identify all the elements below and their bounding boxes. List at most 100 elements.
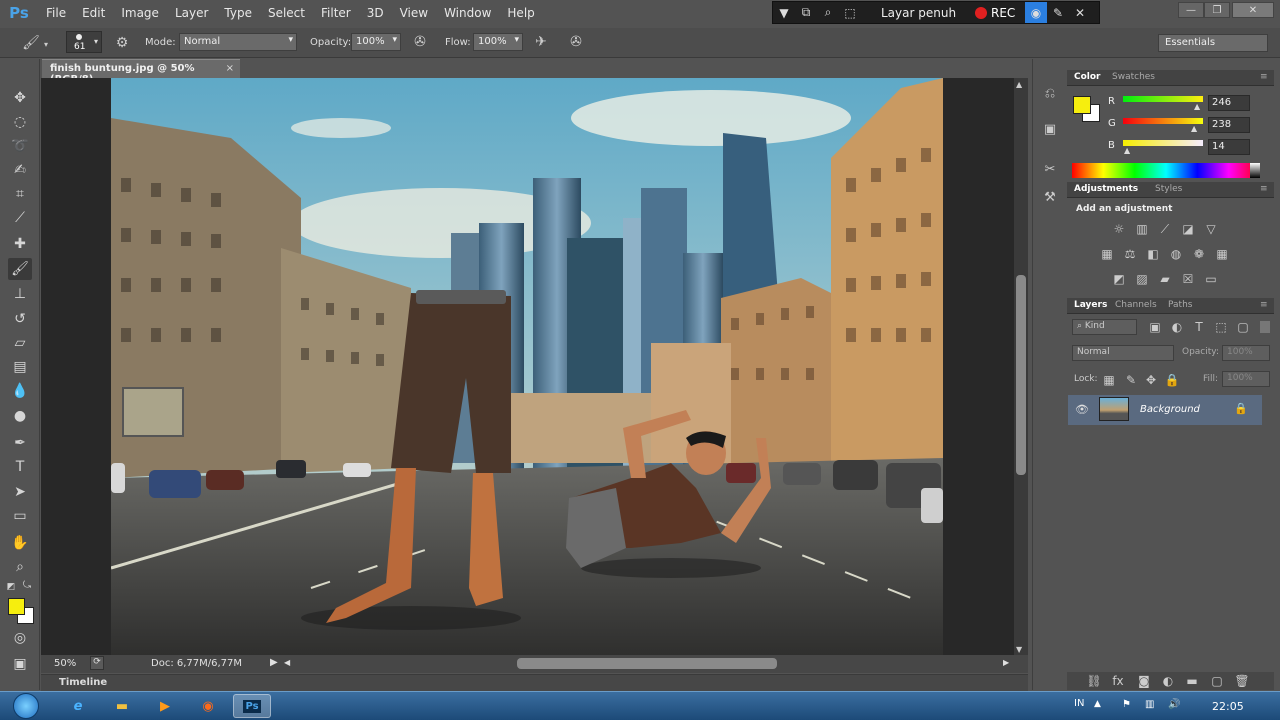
- close-icon[interactable]: ×: [226, 63, 234, 74]
- network-icon[interactable]: ▥: [1145, 699, 1154, 710]
- history-panel-icon[interactable]: ⎌: [1040, 83, 1060, 103]
- lock-position-icon[interactable]: ✥: [1142, 372, 1160, 388]
- media-player-icon[interactable]: ▶: [147, 694, 183, 718]
- photoshop-taskbar-icon[interactable]: Ps: [233, 694, 271, 718]
- tab-color[interactable]: Color: [1074, 72, 1101, 82]
- action-center-icon[interactable]: ⚑: [1122, 699, 1131, 710]
- black-white-icon[interactable]: ◧: [1144, 246, 1162, 262]
- file-explorer-icon[interactable]: ▬: [104, 694, 140, 718]
- tab-paths[interactable]: Paths: [1168, 300, 1192, 310]
- zoom-tool-icon[interactable]: ⌕: [8, 556, 32, 578]
- pressure-size-icon[interactable]: ✇: [565, 32, 587, 52]
- menu-edit[interactable]: Edit: [74, 0, 113, 26]
- slider-handle-icon[interactable]: ▲: [1194, 102, 1200, 111]
- swap-colors-icon[interactable]: ⤿: [20, 579, 34, 591]
- fullscreen-label[interactable]: Layar penuh: [881, 6, 971, 20]
- healing-brush-tool-icon[interactable]: ✚: [8, 233, 32, 255]
- screen-mode-icon[interactable]: ▣: [8, 653, 32, 675]
- eyedropper-tool-icon[interactable]: ⟋: [8, 207, 32, 229]
- crop-tool-icon[interactable]: ⌗: [8, 183, 32, 205]
- gradient-map-icon[interactable]: ▭: [1202, 271, 1220, 287]
- filter-smart-object-icon[interactable]: ▢: [1234, 319, 1252, 335]
- scroll-down-icon[interactable]: ▼: [1016, 645, 1022, 654]
- channel-b-value[interactable]: 14: [1208, 139, 1250, 155]
- panel-menu-icon[interactable]: ≡: [1260, 300, 1268, 310]
- mode-select[interactable]: Normal: [179, 33, 297, 51]
- posterize-icon[interactable]: ▨: [1133, 271, 1151, 287]
- lock-all-icon[interactable]: 🔒: [1163, 372, 1181, 388]
- quick-select-tool-icon[interactable]: ✍: [8, 159, 32, 181]
- filter-shape-icon[interactable]: ⬚: [1212, 319, 1230, 335]
- new-group-icon[interactable]: ▬: [1183, 673, 1201, 689]
- menu-3d[interactable]: 3D: [359, 0, 392, 26]
- airbrush-icon[interactable]: ✈: [530, 32, 552, 52]
- layer-filter-select[interactable]: ⌕ Kind: [1072, 319, 1137, 335]
- layer-name[interactable]: Background: [1140, 404, 1200, 415]
- workspace-select[interactable]: Essentials: [1158, 34, 1268, 52]
- zoom-icon[interactable]: ⌕: [817, 2, 839, 23]
- marquee-tool-icon[interactable]: ◌: [8, 111, 32, 133]
- close-window-button[interactable]: ✕: [1232, 2, 1274, 18]
- tab-channels[interactable]: Channels: [1115, 300, 1157, 310]
- lock-transparent-icon[interactable]: ▦: [1100, 372, 1118, 388]
- type-tool-icon[interactable]: T: [8, 456, 32, 478]
- hand-tool-icon[interactable]: ✋: [8, 532, 32, 554]
- link-layers-icon[interactable]: ⛓: [1085, 673, 1103, 689]
- scroll-up-icon[interactable]: ▲: [1016, 80, 1022, 89]
- channel-g-value[interactable]: 238: [1208, 117, 1250, 133]
- start-button[interactable]: [6, 691, 46, 720]
- panel-menu-icon[interactable]: ≡: [1260, 72, 1268, 82]
- windows-icon[interactable]: ⧉: [795, 2, 817, 23]
- layer-opacity-input[interactable]: 100%: [1222, 345, 1270, 361]
- fill-input[interactable]: 100%: [1222, 371, 1270, 387]
- system-clock[interactable]: 22:05: [1212, 700, 1244, 713]
- threshold-icon[interactable]: ▰: [1156, 271, 1174, 287]
- internet-explorer-icon[interactable]: e: [60, 694, 96, 718]
- dodge-tool-icon[interactable]: ●: [8, 405, 32, 427]
- color-spectrum-bar[interactable]: [1072, 163, 1260, 178]
- chevron-down-icon[interactable]: ▾: [44, 40, 48, 49]
- brush-preset-picker[interactable]: 61 ▾: [66, 31, 102, 53]
- record-button[interactable]: REC: [991, 6, 1025, 20]
- brush-tool-icon[interactable]: 🖌: [8, 258, 32, 280]
- status-info-icon[interactable]: ⟳: [90, 656, 104, 670]
- filter-type-icon[interactable]: T: [1190, 319, 1208, 335]
- menu-window[interactable]: Window: [436, 0, 499, 26]
- firefox-icon[interactable]: ◉: [190, 694, 226, 718]
- input-language[interactable]: IN: [1074, 698, 1084, 709]
- clone-stamp-tool-icon[interactable]: ⊥: [8, 283, 32, 305]
- brush-tool-icon[interactable]: 🖌: [20, 33, 42, 53]
- menu-view[interactable]: View: [392, 0, 436, 26]
- pressure-opacity-icon[interactable]: ✇: [409, 32, 431, 52]
- filter-toggle-switch[interactable]: [1260, 321, 1270, 333]
- eraser-tool-icon[interactable]: ▱: [8, 332, 32, 354]
- vertical-scroll-thumb[interactable]: [1016, 275, 1026, 475]
- channel-r-value[interactable]: 246: [1208, 95, 1250, 111]
- horizontal-scroll-thumb[interactable]: [517, 658, 777, 669]
- channel-r-slider[interactable]: [1123, 96, 1203, 102]
- color-panel-fg-swatch[interactable]: [1073, 96, 1091, 114]
- timeline-panel-tab[interactable]: Timeline: [41, 674, 1028, 691]
- crop-region-icon[interactable]: ⬚: [839, 2, 861, 23]
- filter-pixel-icon[interactable]: ▣: [1146, 319, 1164, 335]
- tool-presets-icon[interactable]: ⚒: [1040, 187, 1060, 207]
- photo-filter-icon[interactable]: ◍: [1167, 246, 1185, 262]
- tab-adjustments[interactable]: Adjustments: [1074, 184, 1138, 194]
- actions-panel-icon[interactable]: ▣: [1040, 119, 1060, 139]
- menu-type[interactable]: Type: [216, 0, 260, 26]
- slider-handle-icon[interactable]: ▲: [1191, 124, 1197, 133]
- minimize-button[interactable]: —: [1178, 2, 1204, 18]
- zoom-level[interactable]: 50%: [54, 658, 76, 669]
- filter-adjustment-icon[interactable]: ◐: [1168, 319, 1186, 335]
- volume-icon[interactable]: 🔊: [1168, 699, 1180, 710]
- blend-mode-select[interactable]: Normal: [1072, 345, 1174, 361]
- lock-image-icon[interactable]: ✎: [1122, 372, 1140, 388]
- path-select-tool-icon[interactable]: ➤: [8, 481, 32, 503]
- shape-tool-icon[interactable]: ▭: [8, 505, 32, 527]
- color-balance-icon[interactable]: ⚖: [1121, 246, 1139, 262]
- selective-color-icon[interactable]: ☒: [1179, 271, 1197, 287]
- delete-layer-icon[interactable]: 🗑: [1233, 673, 1251, 689]
- new-adjustment-layer-icon[interactable]: ◐: [1159, 673, 1177, 689]
- color-lookup-icon[interactable]: ▦: [1213, 246, 1231, 262]
- status-menu-arrow-icon[interactable]: ▶: [270, 657, 278, 668]
